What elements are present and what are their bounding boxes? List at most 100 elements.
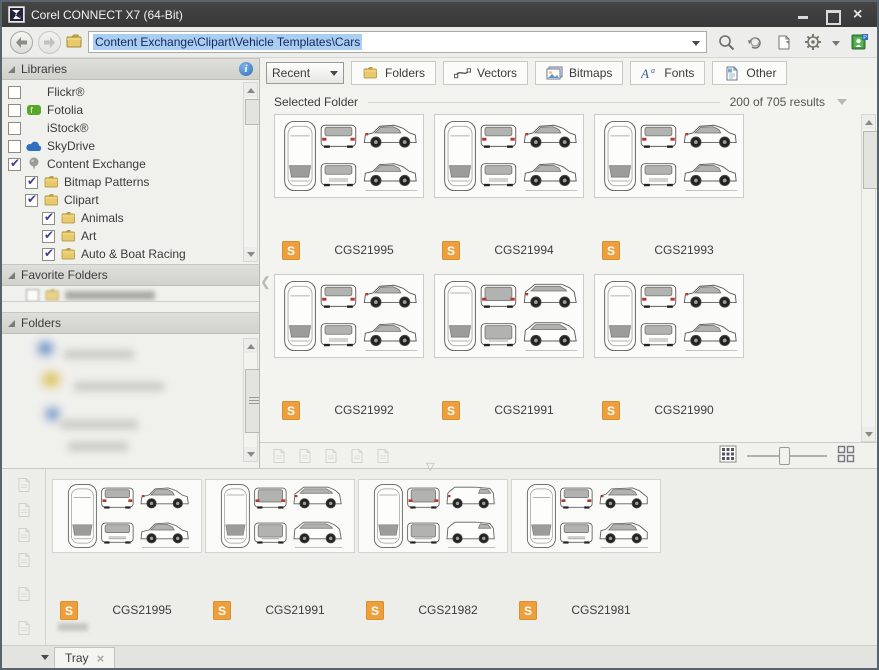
filter-button-fonts[interactable]: Aa Fonts — [630, 61, 706, 85]
car-template-thumbnail — [604, 120, 738, 192]
result-item[interactable]: S CGS21990 — [594, 274, 754, 434]
scroll-up-icon[interactable] — [862, 115, 875, 129]
slider-thumb[interactable] — [779, 446, 790, 465]
result-thumbnail[interactable] — [274, 114, 424, 198]
tray-thumbnail[interactable] — [205, 479, 355, 553]
panel-collapse-icon[interactable]: ❮ — [260, 274, 271, 290]
sign-in-icon[interactable]: P — [849, 32, 869, 52]
checkbox[interactable] — [42, 246, 55, 261]
address-dropdown-button[interactable] — [688, 35, 704, 49]
result-item[interactable]: S CGS21993 — [594, 114, 754, 274]
result-item[interactable]: S CGS21995 — [274, 114, 434, 274]
tray-thumbnail[interactable] — [52, 479, 202, 553]
checkbox[interactable] — [8, 85, 21, 99]
result-thumbnail[interactable] — [274, 274, 424, 358]
result-item[interactable]: S CGS21991 — [434, 274, 594, 434]
library-tree-item[interactable]: SkyDrive — [8, 137, 241, 155]
scroll-down-icon[interactable] — [244, 247, 257, 261]
libraries-panel-header[interactable]: Libraries i — [2, 58, 259, 80]
library-tree-item[interactable]: Animals — [8, 209, 241, 227]
small-thumbnails-icon[interactable] — [719, 445, 737, 466]
options-dropdown-icon[interactable] — [832, 35, 840, 49]
scroll-down-icon[interactable] — [244, 447, 257, 461]
library-tree-item[interactable]: Art — [8, 227, 241, 245]
library-tree-item[interactable]: Flickr® — [8, 83, 241, 101]
result-thumbnail[interactable] — [434, 114, 584, 198]
result-thumbnail[interactable] — [594, 274, 744, 358]
results-area: ❮ S CGS21995 S CGS21994 S CGS21993 S CGS… — [260, 114, 877, 442]
back-button[interactable] — [10, 30, 33, 54]
recent-dropdown-label: Recent — [272, 66, 311, 80]
tray-thumbnail[interactable] — [511, 479, 661, 553]
checkbox[interactable] — [8, 139, 21, 153]
filter-button-folders[interactable]: Folders — [351, 61, 437, 85]
info-icon[interactable]: i — [239, 62, 253, 76]
result-thumbnail[interactable] — [434, 274, 584, 358]
library-tree-item[interactable]: Content Exchange — [8, 155, 241, 173]
folders-scrollbar[interactable] — [243, 338, 259, 462]
tray-side-toolbar — [2, 469, 46, 645]
result-item[interactable]: S CGS21994 — [434, 114, 594, 274]
results-scrollbar[interactable] — [861, 114, 877, 442]
tray-thumbnail[interactable] — [358, 479, 508, 553]
library-tree-item[interactable]: Clipart — [8, 191, 241, 209]
checkbox[interactable] — [8, 121, 21, 135]
tray-tab-close-icon[interactable]: × — [97, 651, 105, 666]
vector-source-badge: S — [213, 601, 231, 620]
library-tree-item[interactable]: Bitmap Patterns — [8, 173, 241, 191]
import-icon[interactable] — [774, 32, 794, 52]
filter-button-vectors[interactable]: Vectors — [443, 61, 529, 85]
tray-item[interactable]: S CGS21982 — [358, 479, 510, 645]
options-gear-icon[interactable] — [803, 32, 823, 52]
result-id-label: CGS21990 — [654, 403, 714, 417]
close-button[interactable]: × — [853, 6, 867, 22]
libraries-scrollbar[interactable] — [243, 82, 259, 262]
checkbox[interactable] — [26, 288, 39, 301]
large-thumbnails-icon[interactable] — [837, 445, 855, 466]
result-thumbnail[interactable] — [594, 114, 744, 198]
checkbox[interactable] — [25, 192, 38, 207]
search-icon[interactable] — [716, 32, 736, 52]
minimize-button[interactable] — [797, 9, 811, 21]
checkbox[interactable] — [8, 156, 21, 171]
filter-button-bitmaps[interactable]: Bitmaps — [535, 61, 624, 85]
collapse-triangle-icon[interactable] — [8, 65, 15, 73]
checkbox[interactable] — [25, 174, 38, 189]
scroll-down-icon[interactable] — [862, 427, 875, 441]
library-tree-item[interactable]: iStock® — [8, 119, 241, 137]
corel-connect-logo-icon — [8, 6, 25, 23]
window-title: Corel CONNECT X7 (64-Bit) — [31, 7, 183, 22]
tray-item[interactable]: S CGS21981 — [511, 479, 663, 645]
filter-button-label: Other — [746, 66, 777, 80]
sidebar: Libraries i Flickr® f Fotolia iStock® SkyDri… — [2, 58, 260, 468]
thumbnail-size-slider[interactable] — [747, 446, 827, 465]
checkbox[interactable] — [42, 228, 55, 243]
forward-button[interactable] — [38, 30, 61, 54]
file-action-icon — [15, 586, 33, 602]
tray-item[interactable]: S CGS21995 — [52, 479, 204, 645]
library-tree-item[interactable]: Auto & Boat Racing — [8, 245, 241, 263]
scroll-up-icon[interactable] — [244, 83, 257, 97]
maximize-button[interactable] — [825, 9, 841, 25]
checkbox[interactable] — [8, 103, 21, 117]
tray-tab[interactable]: Tray × — [54, 647, 116, 668]
library-tree-item[interactable]: f Fotolia — [8, 101, 241, 119]
collapse-triangle-icon[interactable] — [8, 271, 15, 279]
tray-collapse-icon[interactable]: ▽ — [426, 460, 434, 473]
folders-panel-header[interactable]: Folders — [2, 312, 259, 334]
collapse-triangle-icon[interactable] — [8, 319, 15, 327]
folders-tree-obscured — [2, 334, 259, 468]
scroll-up-icon[interactable] — [244, 339, 257, 353]
results-collapse-icon[interactable] — [837, 99, 847, 105]
recent-dropdown[interactable]: Recent — [266, 62, 344, 84]
favorite-folders-panel-header[interactable]: Favorite Folders — [2, 264, 259, 286]
library-item-label: Content Exchange — [47, 157, 146, 171]
favorite-folders-title: Favorite Folders — [21, 268, 108, 282]
sync-icon[interactable] — [745, 32, 765, 52]
result-item[interactable]: S CGS21992 — [274, 274, 434, 434]
checkbox[interactable] — [42, 210, 55, 225]
filter-button-other[interactable]: Other — [712, 61, 788, 85]
tray-menu-icon[interactable] — [36, 648, 54, 666]
tray-item[interactable]: S CGS21991 — [205, 479, 357, 645]
address-input[interactable]: Content Exchange\Clipart\Vehicle Templat… — [88, 31, 707, 53]
